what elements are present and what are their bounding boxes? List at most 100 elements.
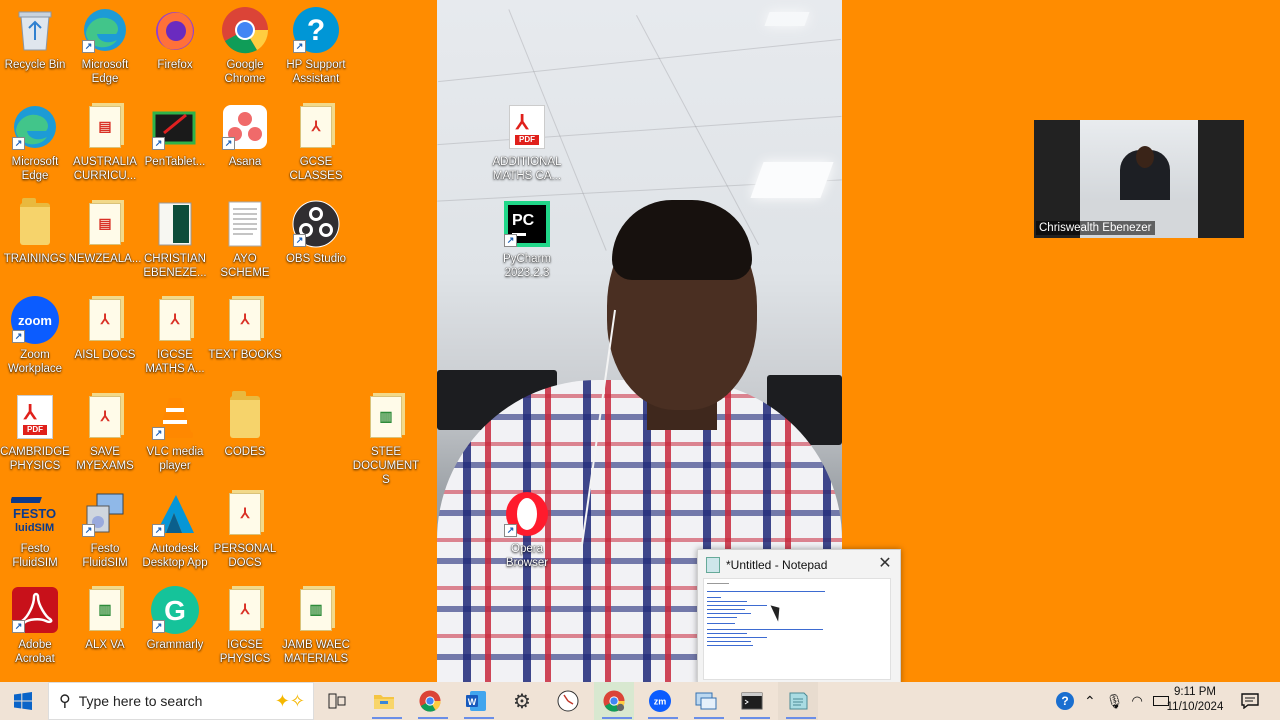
search-placeholder: Type here to search — [78, 693, 203, 709]
shortcut-arrow-icon: ↗ — [12, 330, 25, 343]
desktop-icon-label: TRAININGS — [3, 253, 67, 265]
desktop-icon-label: Recycle Bin — [4, 59, 66, 71]
shortcut-arrow-icon: ↗ — [12, 620, 25, 633]
taskbar-search-box[interactable]: ⚲ Type here to search ✦✧ — [48, 682, 314, 720]
close-icon[interactable]: ✕ — [876, 555, 894, 573]
svg-text:zm: zm — [654, 697, 667, 707]
installer-icon: ↗ — [81, 490, 129, 538]
participant-video-thumbnail[interactable]: Chriswealth Ebenezer — [1034, 120, 1244, 238]
pdf-document-icon: ⅄ — [292, 103, 340, 151]
notepad-icon[interactable] — [778, 682, 818, 720]
text-document-icon — [221, 200, 269, 248]
chrome-icon — [221, 6, 269, 54]
desktop-icon-recycle-bin[interactable]: Recycle Bin — [0, 6, 72, 98]
festo-icon: FESTO luidSIM — [11, 490, 59, 538]
desktop-icon-label: STEE DOCUMENTS — [352, 446, 420, 486]
word-icon[interactable]: W — [456, 682, 496, 720]
desktop-icon-gcse-classes[interactable]: ⅄ GCSE CLASSES — [279, 103, 353, 195]
desktop-icon-pentablet[interactable]: ↗ PenTablet... — [138, 103, 212, 195]
desktop-icon-save-myexams[interactable]: ⅄ SAVE MYEXAMS — [68, 393, 142, 485]
clock-app-icon[interactable] — [548, 682, 588, 720]
shortcut-arrow-icon: ↗ — [504, 524, 517, 537]
opera-icon: ↗ — [503, 490, 551, 538]
desktop-icon-label: NEWZEALA... — [68, 253, 142, 265]
desktop-icon-firefox[interactable]: Firefox — [138, 6, 212, 98]
firefox-icon — [151, 6, 199, 54]
pdf-icon: ⅄ PDF — [503, 103, 551, 151]
notepad-icon — [706, 557, 720, 573]
desktop-icon-christian[interactable]: CHRISTIAN EBENEZE... — [138, 200, 212, 292]
desktop-icon-adobe-acrobat[interactable]: ↗ Adobe Acrobat — [0, 586, 72, 678]
start-button[interactable] — [0, 682, 46, 720]
help-icon: ? ↗ — [292, 6, 340, 54]
desktop-icon-label: IGCSE MATHS A... — [145, 349, 205, 375]
desktop-icon-codes[interactable]: CODES — [208, 391, 282, 485]
desktop-icon-newzeala[interactable]: ▤ NEWZEALA... — [68, 200, 142, 292]
desktop-icon-label: Festo FluidSIM — [12, 543, 58, 569]
shortcut-arrow-icon: ↗ — [504, 234, 517, 247]
desktop-icon-festo-fluidsim[interactable]: FESTO luidSIM Festo FluidSIM — [0, 490, 72, 582]
show-hidden-icons-icon[interactable]: ⌃ — [1084, 693, 1096, 710]
desktop-icon-alx-va[interactable]: ▥ ALX VA — [68, 586, 142, 678]
desktop-icon-ayo-scheme[interactable]: AYO SCHEME — [208, 200, 282, 292]
grammarly-icon: G ↗ — [151, 586, 199, 634]
desktop-icon-jamb-waec[interactable]: ▥ JAMB WAEC MATERIALS — [279, 586, 353, 678]
participant-name: Chriswealth Ebenezer — [1036, 221, 1155, 235]
help-tray-icon[interactable]: ? — [1056, 692, 1074, 710]
desktop-icon-igcse-maths[interactable]: ⅄ IGCSE MATHS A... — [138, 296, 212, 388]
vlc-icon: ↗ — [151, 393, 199, 441]
desktop-icon-label: Adobe Acrobat — [15, 639, 55, 665]
wifi-icon[interactable]: ◠ — [1132, 693, 1143, 709]
desktop-icon-chrome[interactable]: Google Chrome — [208, 6, 282, 98]
desktop-icon-obs[interactable]: ↗ OBS Studio — [279, 200, 353, 292]
remote-desktop-icon[interactable] — [686, 682, 726, 720]
terminal-icon[interactable] — [732, 682, 772, 720]
desktop-icon-igcse-physics[interactable]: ⅄ IGCSE PHYSICS — [208, 586, 282, 678]
desktop-icon-vlc[interactable]: ↗ VLC media player — [138, 393, 212, 485]
sparkle-icon: ✦✧ — [274, 690, 305, 711]
desktop-icon-edge[interactable]: ↗ Microsoft Edge — [68, 6, 142, 98]
desktop-icon-aisl-docs[interactable]: ⅄ AISL DOCS — [68, 296, 142, 388]
desktop-icon-grammarly[interactable]: G ↗ Grammarly — [138, 586, 212, 678]
settings-icon[interactable]: ⚙ — [502, 682, 542, 720]
microphone-icon[interactable]: 🎙 — [1106, 693, 1124, 710]
desktop-icon-trainings[interactable]: TRAININGS — [0, 198, 72, 292]
desktop-icon-asana[interactable]: ↗ Asana — [208, 103, 282, 195]
file-explorer-icon[interactable] — [364, 682, 404, 720]
desktop-icon-hp-support[interactable]: ? ↗ HP Support Assistant — [279, 6, 353, 98]
desktop-icon-label: Grammarly — [146, 639, 204, 651]
svg-text:PC: PC — [512, 212, 535, 229]
desktop-icon-label: Zoom Workplace — [7, 349, 63, 375]
task-view-icon[interactable] — [318, 682, 356, 720]
desktop-icon-zoom[interactable]: zoom ↗ Zoom Workplace — [0, 296, 72, 388]
desktop-icon-stee-documents[interactable]: ▥ STEE DOCUMENTS — [349, 393, 423, 486]
desktop-icon-label: PyCharm 2023.2.3 — [503, 253, 551, 279]
desktop-icon-text-books[interactable]: ⅄ TEXT BOOKS — [208, 296, 282, 388]
desktop-icon-pycharm[interactable]: PC ↗ PyCharm 2023.2.3 — [490, 200, 564, 292]
desktop-icon-edge[interactable]: ↗ Microsoft Edge — [0, 103, 72, 195]
desktop-icon-personal-docs[interactable]: ⅄ PERSONAL DOCS — [208, 490, 282, 582]
zoom-icon[interactable]: zm — [640, 682, 680, 720]
notepad-preview-page — [703, 578, 891, 680]
desktop-icon-label: Asana — [228, 156, 262, 168]
desktop-icon-label: Firefox — [157, 59, 193, 71]
desktop-icon-australia[interactable]: ▤ AUSTRALIA CURRICU... — [68, 103, 142, 195]
taskbar-clock[interactable]: 9:11 PM 11/10/2024 — [1160, 685, 1230, 715]
desktop-icon-label: TEXT BOOKS — [208, 349, 282, 361]
shortcut-arrow-icon: ↗ — [222, 137, 235, 150]
shortcut-arrow-icon: ↗ — [152, 427, 165, 440]
desktop-icon-label: AYO SCHEME — [220, 253, 270, 279]
desktop-icon-autodesk[interactable]: ↗ Autodesk Desktop App — [138, 490, 212, 582]
desktop-icon-additional-maths[interactable]: ⅄ PDF ADDITIONAL MATHS CA... — [490, 103, 564, 195]
desktop-icon-festo-fluidsim-installer[interactable]: ↗ Festo FluidSIM — [68, 490, 142, 582]
notepad-taskbar-preview[interactable]: *Untitled - Notepad ✕ — [697, 549, 901, 685]
notification-center-icon[interactable] — [1236, 682, 1264, 720]
desktop-icon-cambridge-physics[interactable]: ⅄ PDF CAMBRIDGE PHYSICS — [0, 393, 72, 485]
document-icon: ▥ — [292, 586, 340, 634]
desktop-icon-label: PERSONAL DOCS — [213, 543, 277, 569]
desktop-icon-opera[interactable]: ↗ Opera Browser — [490, 490, 564, 582]
chrome-icon[interactable] — [410, 682, 450, 720]
pdf-document-icon: ⅄ — [151, 296, 199, 344]
chrome-profile-icon[interactable] — [594, 682, 634, 720]
desktop-icon-label: Festo FluidSIM — [82, 543, 128, 569]
